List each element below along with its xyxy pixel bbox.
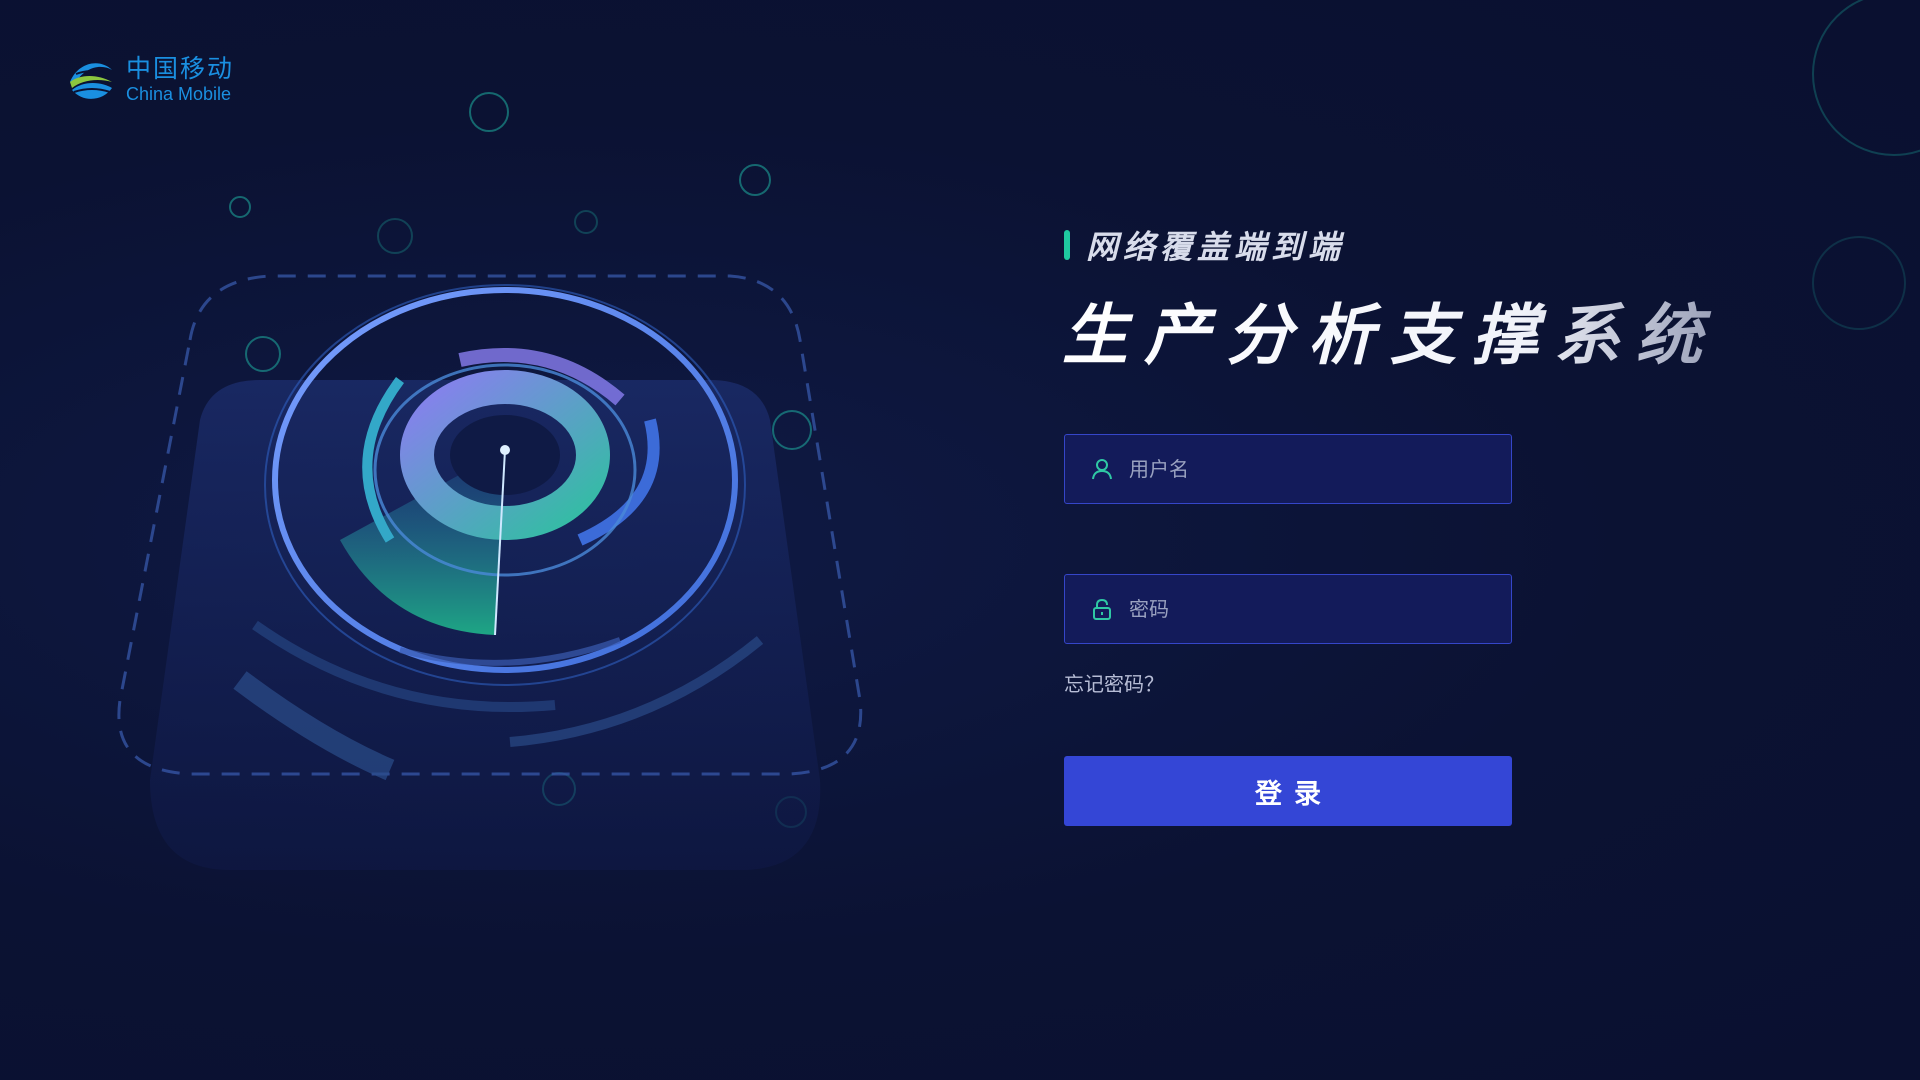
page-title: 生产分析支撑系统 [1062,282,1718,378]
subtitle-block: 网络覆盖端到端 [1064,222,1345,268]
password-field[interactable] [1064,574,1512,644]
login-page: 中国移动 China Mobile 网络覆盖端到端 生产分析支撑系统 用户名 忘… [0,0,1920,1080]
decorative-ring [1812,236,1906,330]
username-field[interactable] [1064,434,1512,504]
brand-name-cn: 中国移动 [126,53,235,83]
user-icon [1092,459,1112,480]
forgot-password-link[interactable]: 忘记密码？ [1064,668,1164,697]
subtitle-accent-bar [1064,230,1070,260]
password-input[interactable] [1127,574,1511,644]
radar-illustration [117,274,863,870]
decorative-ring [1812,0,1920,156]
lock-icon [1093,598,1111,620]
page-subtitle: 网络覆盖端到端 [1086,228,1346,266]
username-input[interactable] [1127,434,1511,504]
login-button[interactable]: 登录 [1064,756,1512,826]
